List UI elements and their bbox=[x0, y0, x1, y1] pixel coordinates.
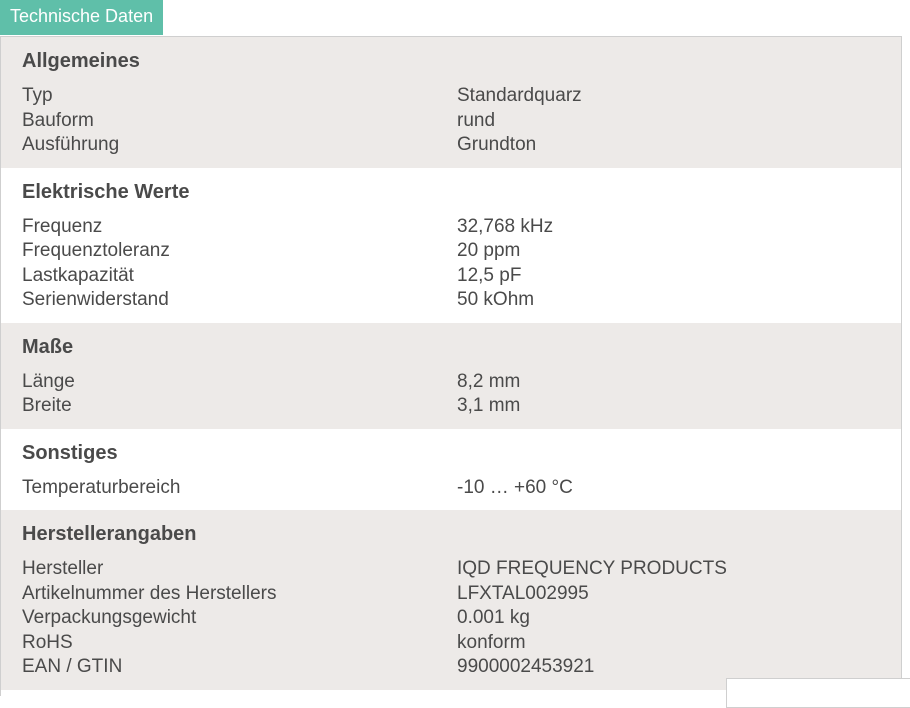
spec-row: Ausführung Grundton bbox=[22, 133, 880, 158]
section-title: Sonstiges bbox=[22, 441, 118, 464]
spec-label: Frequenz bbox=[22, 215, 103, 237]
spec-value: 20 ppm bbox=[457, 240, 521, 261]
floating-widget[interactable] bbox=[726, 678, 910, 708]
spec-row: Frequenztoleranz 20 ppm bbox=[22, 239, 880, 264]
spec-label: Frequenztoleranz bbox=[22, 240, 170, 261]
section-title: Allgemeines bbox=[22, 50, 140, 72]
spec-value: rund bbox=[457, 109, 496, 131]
spec-value: 9900002453921 bbox=[457, 656, 595, 677]
spec-row: EAN / GTIN 9900002453921 bbox=[22, 655, 880, 680]
spec-label: Verpackungsgewicht bbox=[22, 607, 197, 628]
section-allgemeines: Allgemeines Typ Standardquarz Bauform ru… bbox=[1, 37, 901, 168]
section-masse: Maße Länge 8,2 mm Breite 3,1 mm bbox=[1, 322, 901, 429]
spec-label: Serienwiderstand bbox=[22, 289, 169, 310]
spec-label: Typ bbox=[22, 85, 53, 106]
spec-value: IQD FREQUENCY PRODUCTS bbox=[457, 558, 727, 579]
spec-row: Frequenz 32,768 kHz bbox=[22, 215, 880, 240]
tab-technische-daten[interactable]: Technische Daten bbox=[0, 0, 164, 35]
spec-value: 12,5 pF bbox=[457, 264, 522, 286]
spec-row: Bauform rund bbox=[22, 109, 880, 134]
spec-label: Hersteller bbox=[22, 558, 104, 579]
spec-label: Lastkapazität bbox=[22, 264, 134, 286]
spec-row: Serienwiderstand 50 kOhm bbox=[22, 288, 880, 313]
section-title: Maße bbox=[22, 335, 74, 358]
spec-value: -10 … +60 °C bbox=[457, 476, 573, 498]
spec-row: Typ Standardquarz bbox=[22, 84, 880, 109]
spec-value: konform bbox=[457, 631, 526, 653]
tab-label: Technische Daten bbox=[10, 6, 154, 26]
spec-label: Breite bbox=[22, 395, 72, 416]
spec-value: Grundton bbox=[457, 134, 537, 155]
spec-row: Länge 8,2 mm bbox=[22, 370, 880, 395]
specs-panel: Allgemeines Typ Standardquarz Bauform ru… bbox=[0, 36, 902, 696]
spec-row: Lastkapazität 12,5 pF bbox=[22, 264, 880, 289]
section-title: Elektrische Werte bbox=[22, 180, 190, 203]
spec-row: RoHS konform bbox=[22, 631, 880, 656]
spec-label: Artikelnummer des Herstellers bbox=[22, 582, 277, 604]
spec-value: 32,768 kHz bbox=[457, 215, 554, 237]
spec-row: Verpackungsgewicht 0.001 kg bbox=[22, 606, 880, 631]
spec-label: Bauform bbox=[22, 109, 94, 131]
section-elektrische-werte: Elektrische Werte Frequenz 32,768 kHz Fr… bbox=[1, 167, 901, 323]
spec-value: LFXTAL002995 bbox=[457, 582, 589, 604]
section-sonstiges: Sonstiges Temperaturbereich -10 … +60 °C bbox=[1, 428, 901, 510]
spec-row: Temperaturbereich -10 … +60 °C bbox=[22, 476, 880, 501]
spec-label: Temperaturbereich bbox=[22, 476, 181, 498]
section-herstellerangaben: Herstellerangaben Hersteller IQD FREQUEN… bbox=[1, 510, 901, 690]
spec-label: RoHS bbox=[22, 631, 73, 653]
spec-label: EAN / GTIN bbox=[22, 656, 123, 677]
spec-value: Standardquarz bbox=[457, 85, 582, 106]
spec-value: 50 kOhm bbox=[457, 289, 535, 310]
spec-row: Artikelnummer des Herstellers LFXTAL0029… bbox=[22, 582, 880, 607]
spec-value: 0.001 kg bbox=[457, 607, 530, 628]
spec-row: Breite 3,1 mm bbox=[22, 394, 880, 419]
spec-value: 8,2 mm bbox=[457, 370, 521, 392]
spec-label: Ausführung bbox=[22, 134, 120, 155]
section-title: Herstellerangaben bbox=[22, 523, 197, 545]
spec-value: 3,1 mm bbox=[457, 395, 521, 416]
spec-label: Länge bbox=[22, 370, 75, 392]
spec-row: Hersteller IQD FREQUENCY PRODUCTS bbox=[22, 557, 880, 582]
